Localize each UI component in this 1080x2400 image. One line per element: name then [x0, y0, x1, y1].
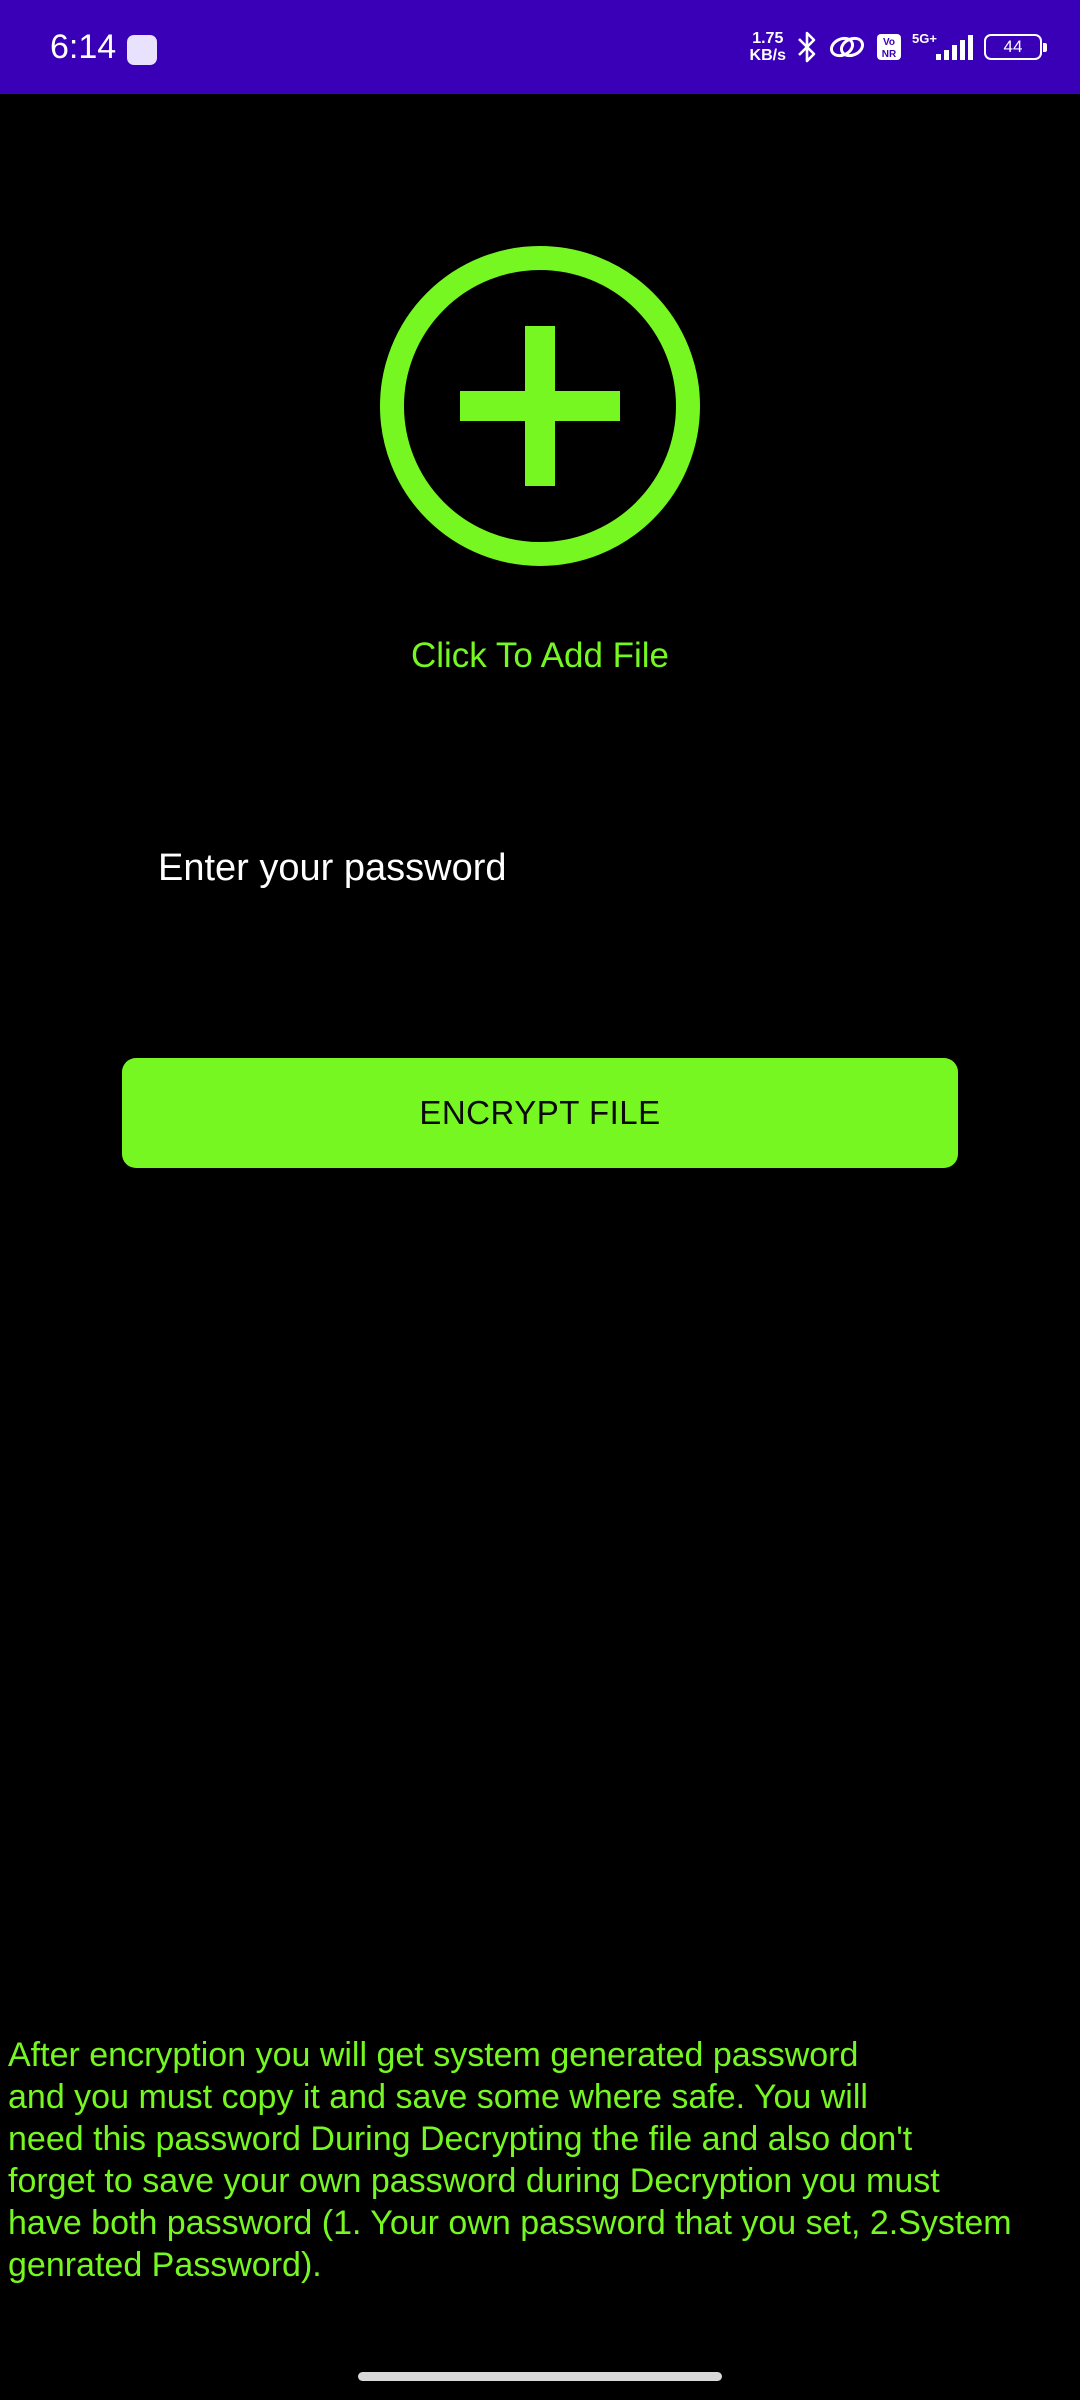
battery-icon: 44: [984, 34, 1047, 60]
network-speed: 1.75 KB/s: [750, 30, 786, 64]
encryption-info-text: After encryption you will get system gen…: [8, 2034, 1080, 2286]
status-icons: 1.75 KB/s Vo NR 5G+ 44: [750, 22, 1047, 72]
network-speed-unit: KB/s: [749, 47, 786, 64]
info-line: forget to save your own password during …: [8, 2162, 940, 2200]
add-file-label[interactable]: Click To Add File: [0, 636, 1080, 676]
info-line: genrated Password).: [8, 2246, 322, 2284]
encrypt-file-button[interactable]: ENCRYPT FILE: [122, 1058, 958, 1168]
volte-icon: Vo NR: [876, 33, 902, 61]
info-line: and you must copy it and save some where…: [8, 2078, 868, 2116]
gesture-nav-handle[interactable]: [358, 2372, 722, 2381]
svg-text:5G+: 5G+: [912, 31, 937, 46]
battery-level: 44: [1003, 37, 1023, 56]
status-time: 6:14: [50, 28, 117, 66]
svg-text:NR: NR: [882, 49, 897, 60]
info-line: need this password During Decrypting the…: [8, 2120, 913, 2158]
signal-5g-icon: 5G+: [912, 30, 974, 64]
info-line: have both password (1. Your own password…: [8, 2204, 1012, 2242]
add-file-button[interactable]: [378, 244, 702, 568]
svg-text:Vo: Vo: [883, 37, 895, 48]
hotspot-link-icon: [828, 33, 866, 61]
add-circle-icon: [380, 246, 700, 566]
bluetooth-icon: [796, 30, 818, 64]
network-speed-value: 1.75: [752, 30, 784, 47]
info-line: After encryption you will get system gen…: [8, 2036, 859, 2074]
notification-app-icon: [127, 35, 157, 65]
status-bar: 6:14 1.75 KB/s Vo NR 5G+ 44: [0, 0, 1080, 94]
password-input[interactable]: [134, 828, 934, 908]
